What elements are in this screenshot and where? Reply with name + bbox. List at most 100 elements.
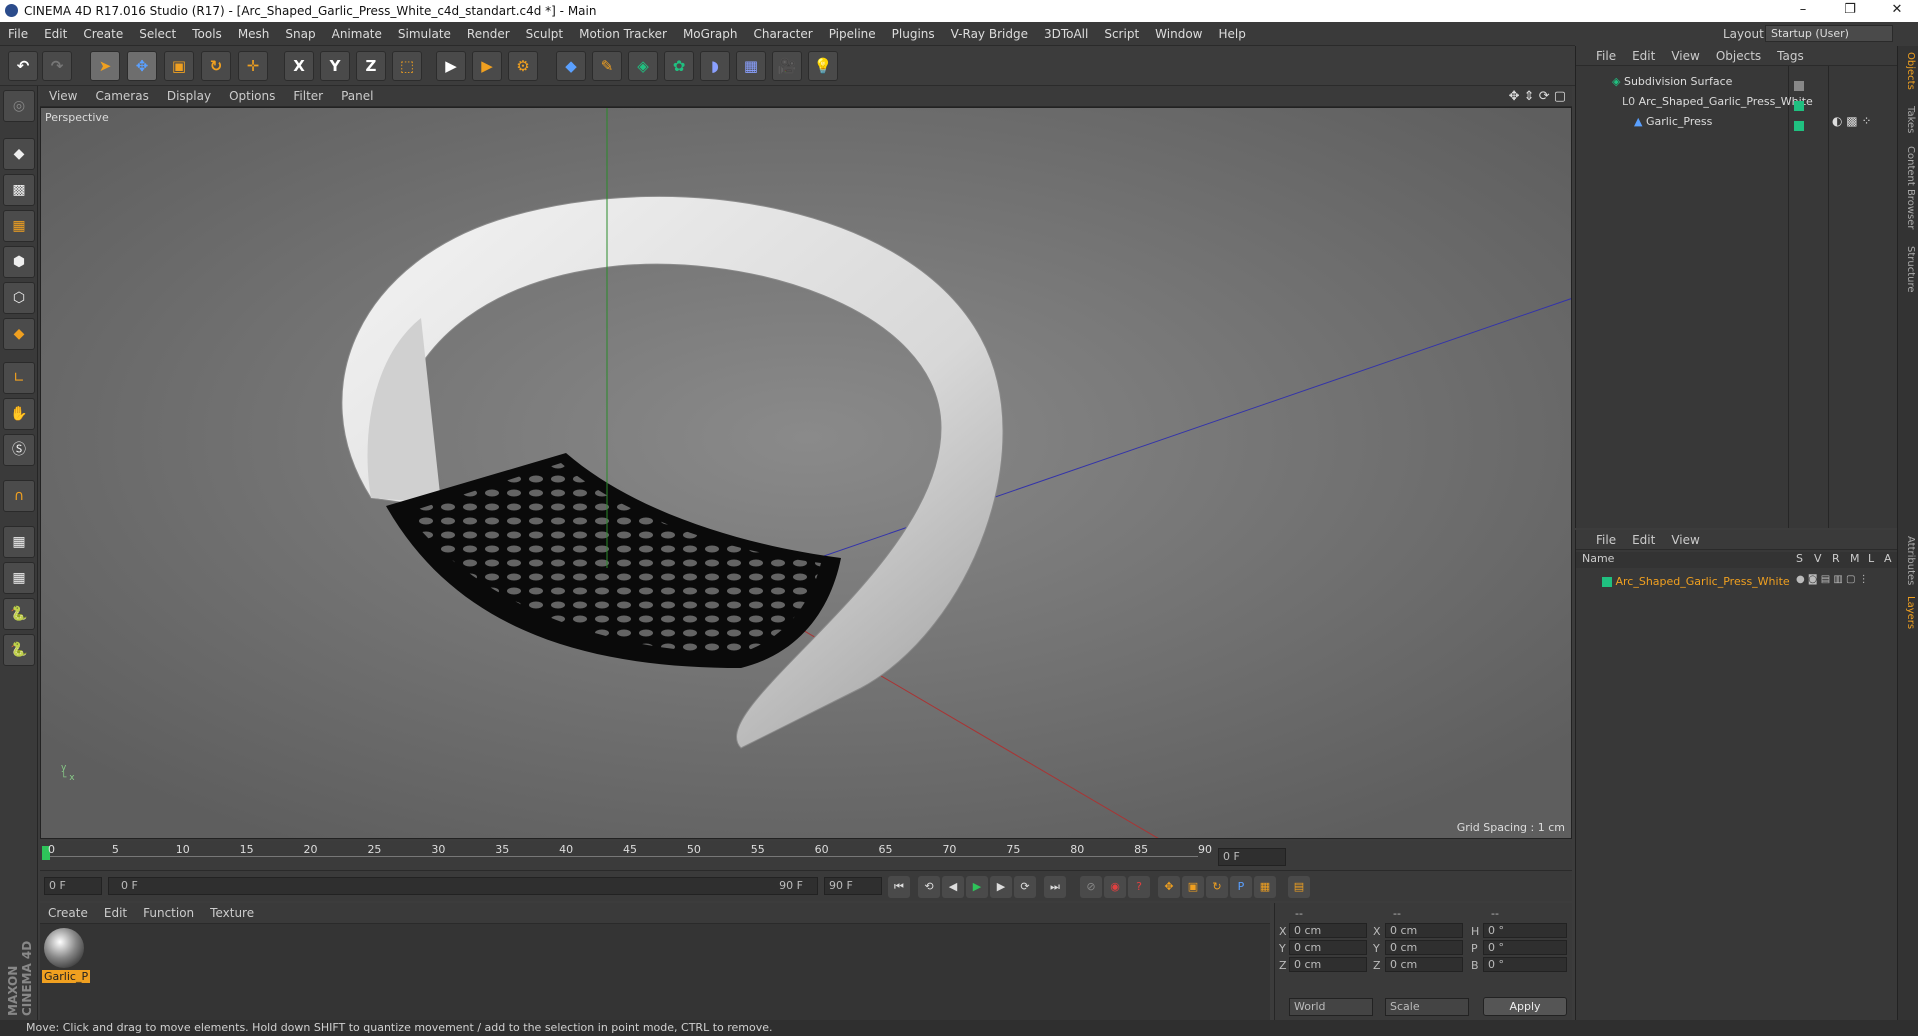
object-row-subdivision-surface[interactable]: ◈ Subdivision Surface xyxy=(1576,72,1897,92)
current-frame-field[interactable]: 0 F xyxy=(1218,848,1286,866)
keyframe-selection-icon[interactable]: ? xyxy=(1128,876,1150,898)
tab-content-browser[interactable]: Content Browser xyxy=(1900,146,1916,229)
menu-motion-tracker[interactable]: Motion Tracker xyxy=(571,22,675,46)
menu-script[interactable]: Script xyxy=(1096,22,1147,46)
floor-environment-icon[interactable]: ▦ xyxy=(736,51,766,81)
menu-mograph[interactable]: MoGraph xyxy=(675,22,746,46)
key-scale-icon[interactable]: ▣ xyxy=(1182,876,1204,898)
previous-frame-icon[interactable]: ◀ xyxy=(942,876,964,898)
material-menu-create[interactable]: Create xyxy=(40,903,96,924)
next-key-icon[interactable]: ⟳ xyxy=(1014,876,1036,898)
frame-range-slider[interactable]: 0 F 90 F xyxy=(108,877,818,895)
material-tag-icon[interactable]: ◐ ▩ ⁘ xyxy=(1832,114,1872,128)
object-menu-file[interactable]: File xyxy=(1576,46,1624,66)
layout-dropdown[interactable]: Startup (User) xyxy=(1765,25,1893,42)
viewport-menu-view[interactable]: View xyxy=(40,86,86,107)
menu-tools[interactable]: Tools xyxy=(184,22,230,46)
rotate-tool-icon[interactable]: ↻ xyxy=(201,51,231,81)
tab-structure[interactable]: Structure xyxy=(1900,246,1916,293)
snapping-icon[interactable]: Ⓢ xyxy=(3,434,35,466)
render-picture-viewer-icon[interactable]: ▶ xyxy=(472,51,502,81)
viewport-nav-icons[interactable]: ✥ ⇕ ⟳ ▢ xyxy=(1509,86,1566,107)
material-menu-edit[interactable]: Edit xyxy=(96,903,135,924)
object-menu-view[interactable]: View xyxy=(1663,46,1707,66)
planar-workplane-icon[interactable]: ▦ xyxy=(3,562,35,594)
menu-window[interactable]: Window xyxy=(1147,22,1210,46)
mograph-cloner-icon[interactable]: ✿ xyxy=(664,51,694,81)
menu-simulate[interactable]: Simulate xyxy=(390,22,459,46)
menu-render[interactable]: Render xyxy=(459,22,518,46)
size-field[interactable]: 0 cm xyxy=(1385,940,1463,955)
go-to-start-icon[interactable]: ⏮ xyxy=(888,876,910,898)
menu-mesh[interactable]: Mesh xyxy=(230,22,278,46)
layer-menu-file[interactable]: File xyxy=(1576,530,1624,550)
menu-file[interactable]: File xyxy=(0,22,36,46)
menu-select[interactable]: Select xyxy=(131,22,184,46)
viewport-menu-options[interactable]: Options xyxy=(220,86,284,107)
deformer-icon[interactable]: ◗ xyxy=(700,51,730,81)
timeline-window-icon[interactable]: ▤ xyxy=(1288,876,1310,898)
redo-icon[interactable]: ↷ xyxy=(42,51,72,81)
make-editable-icon[interactable]: ◎ xyxy=(3,90,35,122)
render-settings-icon[interactable]: ⚙ xyxy=(508,51,538,81)
move-tool-icon[interactable]: ✥ xyxy=(127,51,157,81)
menu-animate[interactable]: Animate xyxy=(324,22,390,46)
edges-mode-icon[interactable]: ⬡ xyxy=(3,282,35,314)
play-icon[interactable]: ▶ xyxy=(966,876,988,898)
menu-character[interactable]: Character xyxy=(745,22,820,46)
autokey-icon[interactable]: ◉ xyxy=(1104,876,1126,898)
tab-takes[interactable]: Takes xyxy=(1900,106,1916,133)
viewport-menu-display[interactable]: Display xyxy=(158,86,220,107)
size-field[interactable]: 0 cm xyxy=(1385,923,1463,938)
rotation-field[interactable]: 0 ° xyxy=(1483,957,1567,972)
key-parameter-icon[interactable]: P xyxy=(1230,876,1252,898)
tab-objects[interactable]: Objects xyxy=(1900,52,1916,90)
menu-vray-bridge[interactable]: V-Ray Bridge xyxy=(943,22,1036,46)
tab-layers[interactable]: Layers xyxy=(1900,596,1916,629)
menu-edit[interactable]: Edit xyxy=(36,22,75,46)
object-menu-tags[interactable]: Tags xyxy=(1769,46,1812,66)
apply-button[interactable]: Apply xyxy=(1483,997,1567,1016)
python-console-icon[interactable]: 🐍 xyxy=(3,634,35,666)
tab-attributes[interactable]: Attributes xyxy=(1900,536,1916,585)
workplane-mode-icon[interactable]: ▦ xyxy=(3,210,35,242)
points-mode-icon[interactable]: ⬢ xyxy=(3,246,35,278)
menu-plugins[interactable]: Plugins xyxy=(884,22,943,46)
axis-mode-icon[interactable]: ∟ xyxy=(3,362,35,394)
y-axis-lock-button[interactable]: Y xyxy=(320,51,350,81)
x-axis-lock-button[interactable]: X xyxy=(284,51,314,81)
light-icon[interactable]: 💡 xyxy=(808,51,838,81)
material-menu-function[interactable]: Function xyxy=(135,903,202,924)
python-script-icon[interactable]: 🐍 xyxy=(3,598,35,630)
object-menu-edit[interactable]: Edit xyxy=(1624,46,1663,66)
material-menu-texture[interactable]: Texture xyxy=(202,903,262,924)
menu-3dtoall[interactable]: 3DToAll xyxy=(1036,22,1096,46)
menu-snap[interactable]: Snap xyxy=(277,22,323,46)
z-axis-lock-button[interactable]: Z xyxy=(356,51,386,81)
camera-icon[interactable]: 🎥 xyxy=(772,51,802,81)
menu-sculpt[interactable]: Sculpt xyxy=(518,22,571,46)
magnet-icon[interactable]: ∩ xyxy=(3,480,35,512)
previous-key-icon[interactable]: ⟲ xyxy=(918,876,940,898)
rotation-field[interactable]: 0 ° xyxy=(1483,923,1567,938)
end-frame-field[interactable]: 90 F xyxy=(824,877,882,895)
material-preview-sphere[interactable] xyxy=(44,928,84,968)
model-mode-icon[interactable]: ◆ xyxy=(3,138,35,170)
menu-pipeline[interactable]: Pipeline xyxy=(821,22,884,46)
spline-pen-icon[interactable]: ✎ xyxy=(592,51,622,81)
viewport-menu-cameras[interactable]: Cameras xyxy=(86,86,157,107)
cube-primitive-icon[interactable]: ◆ xyxy=(556,51,586,81)
perspective-viewport[interactable]: Perspective Grid Spacing : 1 cm y └ x xyxy=(40,107,1572,839)
menu-help[interactable]: Help xyxy=(1210,22,1253,46)
position-field[interactable]: 0 cm xyxy=(1289,923,1367,938)
close-button[interactable]: ✕ xyxy=(1882,2,1912,20)
rotation-field[interactable]: 0 ° xyxy=(1483,940,1567,955)
minimize-button[interactable]: – xyxy=(1788,2,1818,20)
layer-flags-icons[interactable]: ● ◙ ▤ ▥ ▢ ⋮ xyxy=(1796,574,1869,585)
key-position-icon[interactable]: ✥ xyxy=(1158,876,1180,898)
record-keys-icon[interactable]: ⊘ xyxy=(1080,876,1102,898)
start-frame-field[interactable]: 0 F xyxy=(44,877,102,895)
scale-tool-icon[interactable]: ▣ xyxy=(164,51,194,81)
key-pla-icon[interactable]: ▦ xyxy=(1254,876,1276,898)
layer-menu-edit[interactable]: Edit xyxy=(1624,530,1663,550)
